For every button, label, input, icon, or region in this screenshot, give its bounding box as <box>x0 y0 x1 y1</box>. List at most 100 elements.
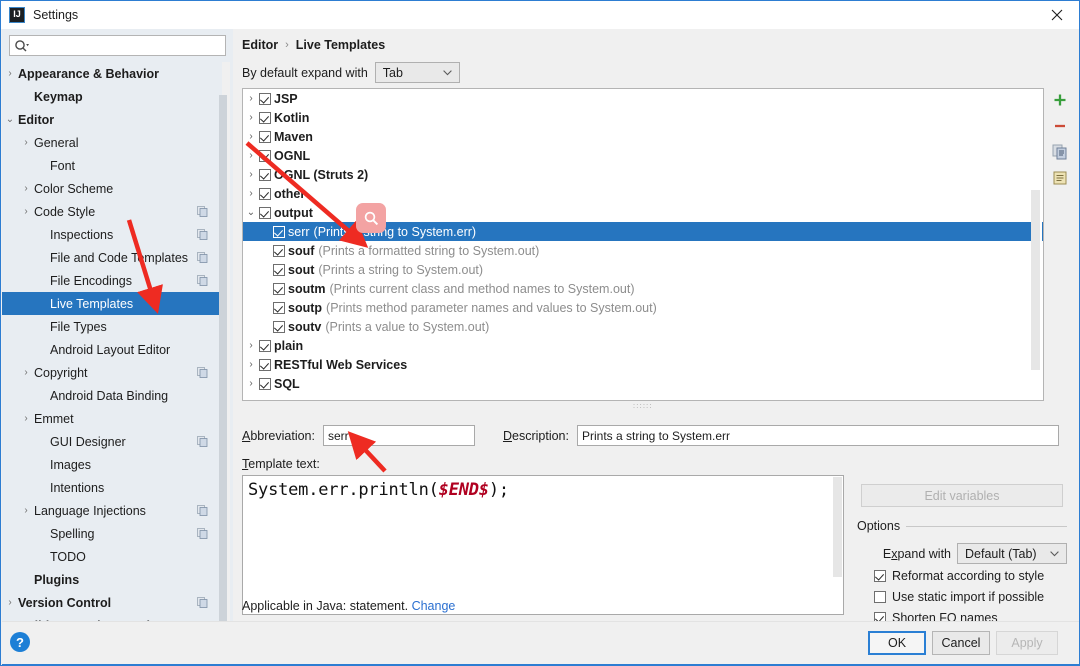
sidebar-scrollbar-track[interactable] <box>219 62 230 621</box>
template-checkbox[interactable] <box>273 282 285 295</box>
chevron-right-icon[interactable]: › <box>18 137 34 148</box>
sidebar-item-code-style[interactable]: › Code Style <box>2 200 222 223</box>
close-button[interactable] <box>1034 1 1079 29</box>
chevron-down-icon[interactable]: ⌄ <box>2 114 18 125</box>
option-use-static-import-if-possible[interactable]: Use static import if possible <box>874 590 1044 604</box>
chevron-right-icon[interactable]: › <box>243 188 259 199</box>
template-checkbox[interactable] <box>259 377 271 390</box>
sidebar-item-editor[interactable]: ⌄ Editor <box>2 108 222 131</box>
sidebar-item-version-control[interactable]: › Version Control <box>2 591 222 614</box>
change-context-link[interactable]: Change <box>412 599 456 613</box>
sidebar-item-live-templates[interactable]: Live Templates <box>2 292 222 315</box>
chevron-right-icon[interactable]: › <box>243 378 259 389</box>
template-checkbox[interactable] <box>259 206 271 219</box>
template-checkbox[interactable] <box>273 301 285 314</box>
template-checkbox[interactable] <box>273 244 285 257</box>
templates-scrollbar-thumb[interactable] <box>1031 190 1040 370</box>
sidebar-item-inspections[interactable]: Inspections <box>2 223 222 246</box>
template-checkbox[interactable] <box>259 92 271 105</box>
template-row[interactable]: › Maven <box>243 127 1043 146</box>
ok-button[interactable]: OK <box>868 631 926 655</box>
sidebar-item-plugins[interactable]: Plugins <box>2 568 222 591</box>
sidebar-item-build-execution-deployment[interactable]: ›Build, Execution, Deployment <box>2 614 222 622</box>
chevron-right-icon[interactable]: › <box>243 169 259 180</box>
sidebar-item-copyright[interactable]: › Copyright <box>2 361 222 384</box>
template-row[interactable]: › Kotlin <box>243 108 1043 127</box>
settings-search[interactable] <box>9 35 226 56</box>
template-checkbox[interactable] <box>273 320 285 333</box>
sidebar-scrollbar-thumb[interactable] <box>219 95 227 621</box>
template-checkbox[interactable] <box>259 358 271 371</box>
sidebar-item-file-encodings[interactable]: File Encodings <box>2 269 222 292</box>
code-scrollbar-thumb[interactable] <box>833 477 842 577</box>
template-row[interactable]: › SQL <box>243 374 1043 393</box>
sidebar-item-spelling[interactable]: Spelling <box>2 522 222 545</box>
expand-with-select[interactable]: Default (Tab) <box>957 543 1067 564</box>
description-input[interactable] <box>576 425 1059 446</box>
sidebar-item-android-data-binding[interactable]: Android Data Binding <box>2 384 222 407</box>
chevron-right-icon[interactable]: › <box>2 597 18 608</box>
sidebar-item-images[interactable]: Images <box>2 453 222 476</box>
duplicate-template-button[interactable] <box>1049 140 1071 164</box>
template-checkbox[interactable] <box>273 225 285 238</box>
edit-template-button[interactable] <box>1049 166 1071 190</box>
template-checkbox[interactable] <box>259 149 271 162</box>
template-checkbox[interactable] <box>259 130 271 143</box>
sidebar-item-file-types[interactable]: File Types <box>2 315 222 338</box>
sidebar-item-todo[interactable]: TODO <box>2 545 222 568</box>
sidebar-item-file-and-code-templates[interactable]: File and Code Templates <box>2 246 222 269</box>
chevron-right-icon[interactable]: › <box>18 206 34 217</box>
sidebar-item-font[interactable]: Font <box>2 154 222 177</box>
chevron-right-icon[interactable]: › <box>2 68 18 79</box>
chevron-right-icon[interactable]: › <box>243 340 259 351</box>
sidebar-item-android-layout-editor[interactable]: Android Layout Editor <box>2 338 222 361</box>
sidebar-item-general[interactable]: › General <box>2 131 222 154</box>
remove-template-button[interactable] <box>1049 114 1071 138</box>
template-row[interactable]: › RESTful Web Services <box>243 355 1043 374</box>
sidebar-item-intentions[interactable]: Intentions <box>2 476 222 499</box>
cancel-button[interactable]: Cancel <box>932 631 990 655</box>
option-reformat-according-to-style[interactable]: Reformat according to style <box>874 569 1044 583</box>
chevron-right-icon[interactable]: › <box>243 112 259 123</box>
template-checkbox[interactable] <box>259 339 271 352</box>
chevron-right-icon[interactable]: › <box>243 131 259 142</box>
template-checkbox[interactable] <box>259 111 271 124</box>
chevron-right-icon[interactable]: › <box>18 183 34 194</box>
sidebar-item-gui-designer[interactable]: GUI Designer <box>2 430 222 453</box>
template-row[interactable]: souf (Prints a formatted string to System… <box>243 241 1043 260</box>
template-row[interactable]: sout (Prints a string to System.out) <box>243 260 1043 279</box>
template-row[interactable]: › JSP <box>243 89 1043 108</box>
help-button[interactable]: ? <box>10 632 30 652</box>
sidebar-item-language-injections[interactable]: › Language Injections <box>2 499 222 522</box>
panel-splitter[interactable]: ∷∷∷ <box>242 403 1044 411</box>
option-checkbox[interactable] <box>874 591 886 603</box>
chevron-right-icon[interactable]: › <box>243 359 259 370</box>
sidebar-item-emmet[interactable]: › Emmet <box>2 407 222 430</box>
chevron-right-icon[interactable]: › <box>18 413 34 424</box>
template-row[interactable]: soutm (Prints current class and method na… <box>243 279 1043 298</box>
add-template-button[interactable] <box>1049 88 1071 112</box>
template-row[interactable]: › OGNL <box>243 146 1043 165</box>
option-checkbox[interactable] <box>874 570 886 582</box>
chevron-down-icon[interactable]: ⌄ <box>243 207 259 218</box>
chevron-right-icon[interactable]: › <box>18 505 34 516</box>
template-row[interactable]: › plain <box>243 336 1043 355</box>
sidebar-item-keymap[interactable]: Keymap <box>2 85 222 108</box>
templates-scrollbar-track[interactable] <box>1031 90 1042 400</box>
template-row[interactable]: soutv (Prints a value to System.out) <box>243 317 1043 336</box>
abbreviation-input[interactable] <box>322 425 475 446</box>
template-checkbox[interactable] <box>273 263 285 276</box>
template-row[interactable]: › OGNL (Struts 2) <box>243 165 1043 184</box>
template-row[interactable]: › other <box>243 184 1043 203</box>
template-checkbox[interactable] <box>259 187 271 200</box>
template-row[interactable]: soutp (Prints method parameter names and … <box>243 298 1043 317</box>
search-input[interactable] <box>32 37 216 54</box>
sidebar-item-appearance-behavior[interactable]: › Appearance & Behavior <box>2 62 222 85</box>
template-checkbox[interactable] <box>259 168 271 181</box>
default-expand-select[interactable]: Tab <box>374 62 460 83</box>
breadcrumb-parent[interactable]: Editor <box>242 38 278 52</box>
sidebar-item-color-scheme[interactable]: › Color Scheme <box>2 177 222 200</box>
template-text-editor[interactable]: System.err.println($END$); <box>242 475 844 615</box>
chevron-right-icon[interactable]: › <box>18 367 34 378</box>
chevron-right-icon[interactable]: › <box>243 150 259 161</box>
